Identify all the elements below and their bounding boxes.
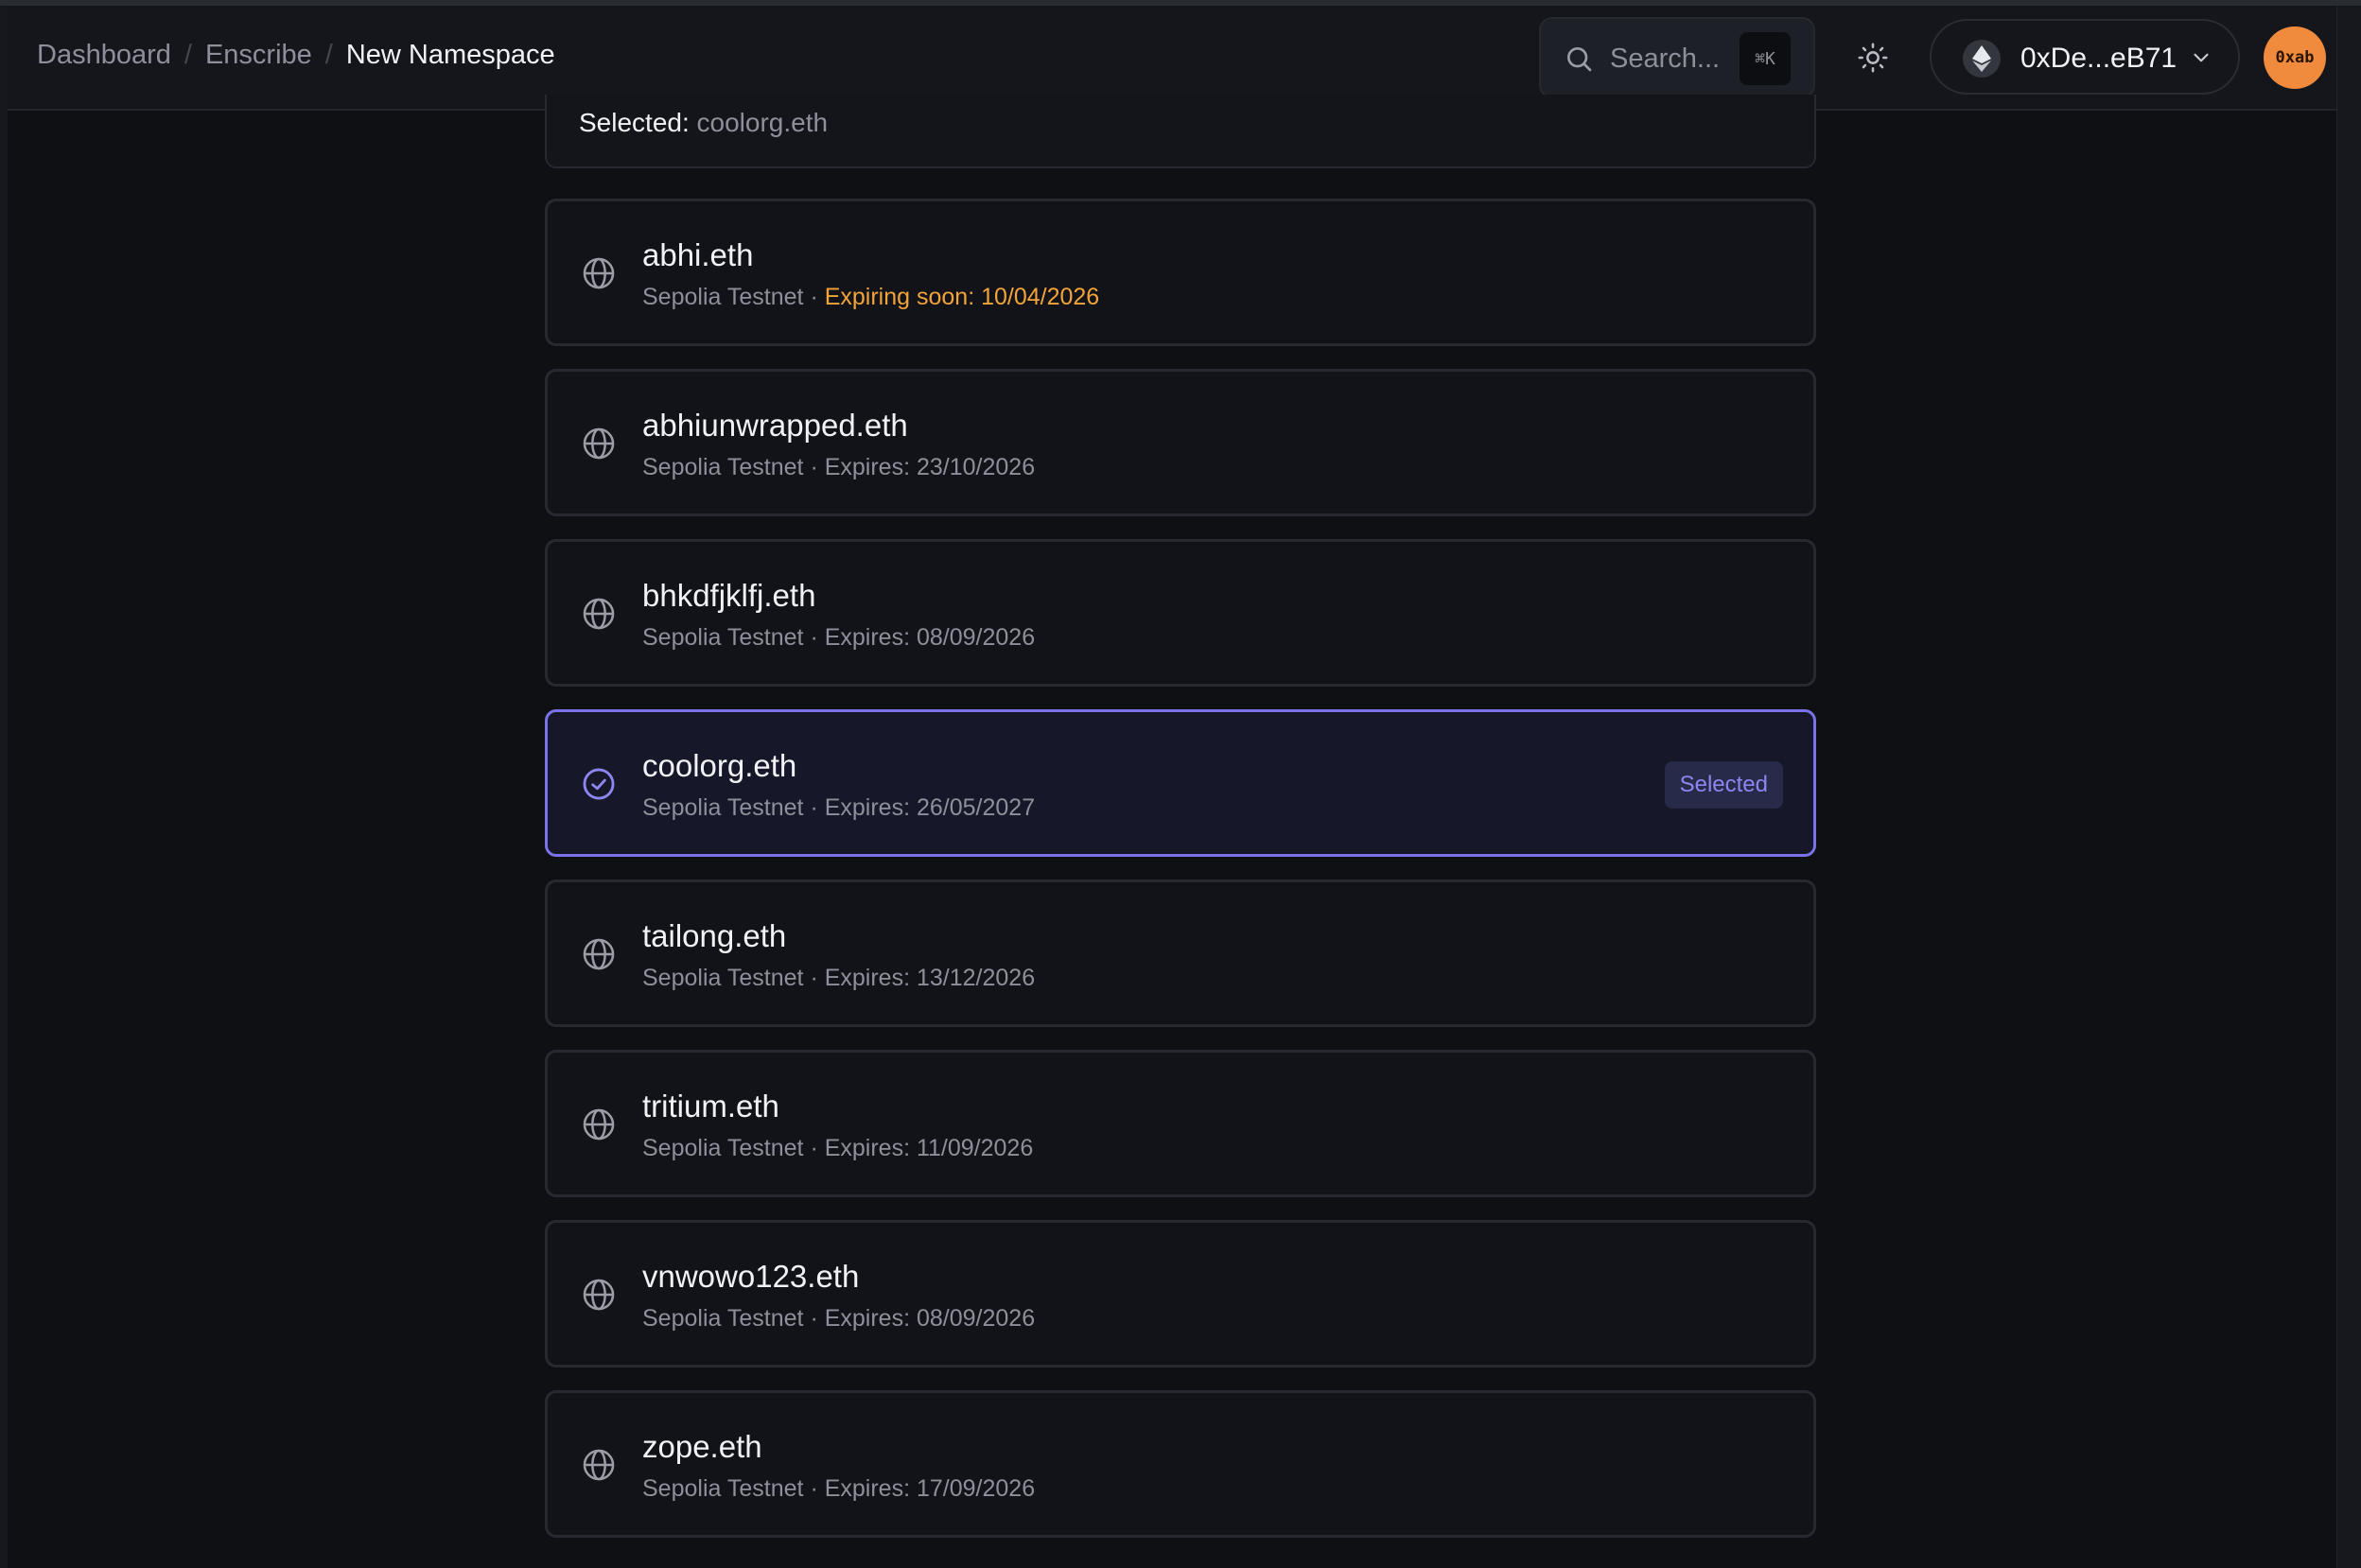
namespace-name: coolorg.eth (642, 748, 797, 783)
namespace-meta: Sepolia Testnet · Expires: 26/05/2027 (642, 794, 1035, 822)
meta-separator: · (803, 794, 825, 821)
namespace-expiry: Expires: 11/09/2026 (824, 1135, 1034, 1161)
meta-separator: · (803, 284, 825, 310)
namespace-network: Sepolia Testnet (642, 1135, 804, 1161)
sidebar-edge (0, 6, 8, 1568)
namespace-card[interactable]: abhiunwrapped.eth Sepolia Testnet · Expir… (545, 369, 1816, 516)
namespace-card[interactable]: vnwowo123.eth Sepolia Testnet · Expires: … (545, 1220, 1816, 1368)
meta-separator: · (803, 624, 825, 651)
selected-summary-label: Selected: (579, 108, 690, 137)
wallet-address: 0xDe...eB71 (2020, 43, 2177, 74)
namespace-network: Sepolia Testnet (642, 794, 804, 821)
globe-icon (581, 936, 617, 972)
sun-icon[interactable] (1857, 42, 1889, 74)
globe-icon (581, 426, 617, 462)
namespace-card[interactable]: tailong.eth Sepolia Testnet · Expires: 13… (545, 880, 1816, 1027)
search-shortcut-key: ⌘K (1740, 32, 1791, 85)
breadcrumb-enscribe[interactable]: Enscribe (205, 40, 312, 71)
app-page: Dashboard / Enscribe / New Namespace Sea… (0, 0, 2361, 1568)
namespace-name: tailong.eth (642, 918, 787, 953)
breadcrumb-dashboard[interactable]: Dashboard (37, 40, 171, 71)
namespace-name: vnwowo123.eth (642, 1259, 860, 1294)
wallet-button[interactable]: 0xDe...eB71 (1930, 19, 2240, 95)
selected-summary-text: Selected: coolorg.eth (579, 108, 828, 138)
namespace-network: Sepolia Testnet (642, 1305, 804, 1332)
globe-icon (581, 255, 617, 291)
meta-separator: · (803, 454, 825, 480)
globe-icon (581, 1447, 617, 1483)
namespace-meta: Sepolia Testnet · Expires: 13/12/2026 (642, 965, 1035, 992)
namespace-card[interactable]: coolorg.eth Sepolia Testnet · Expires: 26… (545, 709, 1816, 857)
breadcrumb-separator: / (184, 40, 192, 70)
selected-badge: Selected (1664, 761, 1783, 809)
avatar[interactable]: 0xab (2264, 26, 2326, 89)
namespace-network: Sepolia Testnet (642, 1475, 804, 1502)
namespace-expiry: Expires: 26/05/2027 (824, 794, 1036, 821)
search-icon (1567, 47, 1592, 72)
namespace-card[interactable]: zope.eth Sepolia Testnet · Expires: 17/09… (545, 1390, 1816, 1538)
breadcrumb-current-page: New Namespace (345, 40, 555, 70)
namespace-expiry: Expires: 17/09/2026 (824, 1475, 1036, 1502)
namespace-network: Sepolia Testnet (642, 284, 804, 310)
meta-separator: · (803, 1475, 825, 1502)
namespace-list: abhi.eth Sepolia Testnet · Expiring soon:… (545, 199, 1816, 1560)
breadcrumb: Dashboard / Enscribe / New Namespace (37, 40, 555, 71)
chevron-down-icon (2194, 53, 2209, 62)
namespace-meta: Sepolia Testnet · Expires: 11/09/2026 (642, 1135, 1033, 1162)
namespace-card[interactable]: bhkdfjklfj.eth Sepolia Testnet · Expires:… (545, 539, 1816, 687)
ethereum-icon (1963, 40, 2001, 78)
namespace-card[interactable]: tritium.eth Sepolia Testnet · Expires: 11… (545, 1050, 1816, 1197)
namespace-name: tritium.eth (642, 1089, 779, 1124)
search-placeholder: Search... (1610, 44, 1721, 74)
globe-icon (581, 1106, 617, 1142)
search-button[interactable]: Search... ⌘K (1539, 17, 1815, 98)
namespace-meta: Sepolia Testnet · Expires: 23/10/2026 (642, 454, 1035, 481)
namespace-expiry: Expires: 23/10/2026 (824, 454, 1036, 480)
meta-separator: · (803, 965, 825, 991)
namespace-network: Sepolia Testnet (642, 454, 804, 480)
namespace-meta: Sepolia Testnet · Expires: 08/09/2026 (642, 1305, 1035, 1333)
meta-separator: · (803, 1135, 825, 1161)
selected-summary-value: coolorg.eth (696, 108, 829, 137)
check-circle-icon (581, 766, 617, 802)
namespace-expiry: Expires: 13/12/2026 (824, 965, 1036, 991)
namespace-expiry-warning: Expiring soon: 10/04/2026 (824, 284, 1100, 310)
namespace-meta: Sepolia Testnet · Expires: 17/09/2026 (642, 1475, 1035, 1503)
namespace-expiry: Expires: 08/09/2026 (824, 1305, 1036, 1332)
scrollbar-track[interactable] (2336, 6, 2361, 1568)
namespace-expiry: Expires: 08/09/2026 (824, 624, 1036, 651)
meta-separator: · (803, 1305, 825, 1332)
namespace-meta: Sepolia Testnet · Expiring soon: 10/04/2… (642, 284, 1099, 311)
namespace-name: zope.eth (642, 1429, 762, 1464)
selected-summary: Selected: coolorg.eth (545, 95, 1816, 168)
breadcrumb-separator: / (324, 40, 333, 70)
namespace-meta: Sepolia Testnet · Expires: 08/09/2026 (642, 624, 1035, 652)
namespace-name: abhiunwrapped.eth (642, 408, 908, 443)
globe-icon (581, 596, 617, 632)
namespace-card[interactable]: abhi.eth Sepolia Testnet · Expiring soon:… (545, 199, 1816, 346)
namespace-name: abhi.eth (642, 237, 754, 272)
namespace-network: Sepolia Testnet (642, 624, 804, 651)
namespace-network: Sepolia Testnet (642, 965, 804, 991)
globe-icon (581, 1277, 617, 1313)
namespace-name: bhkdfjklfj.eth (642, 578, 816, 613)
